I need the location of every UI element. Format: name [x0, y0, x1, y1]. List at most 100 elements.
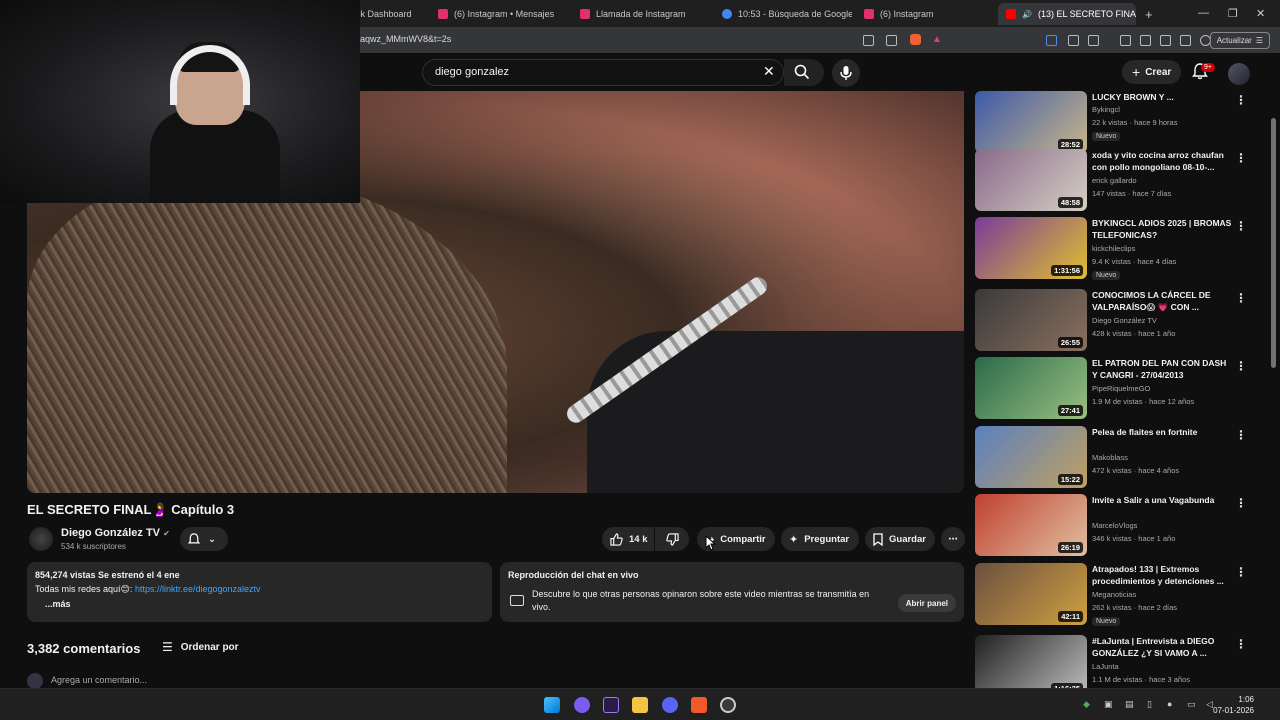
tab-instagram[interactable]: (6) Instagram [864, 3, 984, 25]
recommendation-channel[interactable]: kickchileclips [1092, 244, 1135, 253]
microphone-icon[interactable]: ● [1167, 699, 1172, 709]
more-options-icon[interactable]: ⋮ [1235, 637, 1247, 651]
system-clock[interactable]: 1:06 07-01-2026 [1213, 694, 1254, 716]
recommendation-item[interactable]: 42:11 Atrapados! 133 | Extremos procedimi… [975, 563, 1265, 627]
more-options-icon[interactable]: ⋮ [1235, 496, 1247, 510]
recommendation-item[interactable]: 15:22 Pelea de flaites en fortnite Makobla… [975, 426, 1265, 490]
video-thumbnail[interactable]: 28:52 [975, 91, 1087, 153]
windows-start-icon[interactable] [544, 697, 560, 713]
more-options-icon[interactable]: ⋮ [1235, 151, 1247, 165]
recommendation-channel[interactable]: Makoblass [1092, 453, 1128, 462]
music-icon[interactable] [1120, 35, 1131, 46]
recommendation-channel[interactable]: PipeRiquelmeGO [1092, 384, 1150, 393]
recommendation-title[interactable]: BYKINGCL ADIOS 2025 | BROMAS TELEFONICAS… [1092, 217, 1232, 241]
recommendation-title[interactable]: Pelea de flaites en fortnite [1092, 426, 1232, 438]
create-button[interactable]: + Crear [1122, 60, 1182, 84]
linktree-link[interactable]: https://linktr.ee/diegogonzaleztv [135, 584, 261, 594]
more-options-icon[interactable]: ⋮ [1235, 291, 1247, 305]
tray-icon[interactable]: ▣ [1104, 699, 1113, 710]
tab-google-search[interactable]: 10:53 - Búsqueda de Google [722, 3, 852, 25]
clear-search-icon[interactable]: ✕ [763, 63, 775, 80]
brave-icon[interactable] [691, 697, 707, 713]
cortana-icon[interactable] [574, 697, 590, 713]
more-options-icon[interactable]: ⋮ [1235, 93, 1247, 107]
recommendation-title[interactable]: EL PATRON DEL PAN CON DASH Y CANGRI - 27… [1092, 357, 1232, 381]
sort-comments-button[interactable]: ☰ Ordenar por [162, 640, 239, 654]
video-thumbnail[interactable]: 27:41 [975, 357, 1087, 419]
tray-icon[interactable]: ▤ [1125, 699, 1134, 710]
recommendation-title[interactable]: xoda y vito cocina arroz chaufan con pol… [1092, 149, 1232, 173]
nvidia-icon[interactable]: ◆ [1083, 699, 1090, 710]
tab-youtube-active[interactable]: 🔊 (13) EL SECRETO FINAL ✕ [998, 3, 1136, 25]
rewards-icon[interactable]: ▲ [932, 34, 943, 45]
obs-icon[interactable] [720, 697, 736, 713]
video-thumbnail[interactable]: 26:55 [975, 289, 1087, 351]
recommendation-item[interactable]: 48:58 xoda y vito cocina arroz chaufan co… [975, 149, 1265, 213]
more-options-icon[interactable]: ⋮ [1235, 428, 1247, 442]
close-window-icon[interactable]: ✕ [1256, 7, 1265, 20]
tab-instagram-messages[interactable]: (6) Instagram • Mensajes [438, 3, 568, 25]
url-field[interactable]: aqwz_MMmWV8&t=2s [360, 34, 451, 44]
recommendation-item[interactable]: 26:19 Invite a Salir a una Vagabunda Marce… [975, 494, 1265, 558]
account-avatar[interactable] [1228, 63, 1250, 85]
search-input[interactable]: diego gonzalez [435, 66, 509, 78]
sidebar-icon[interactable] [1140, 35, 1151, 46]
subscription-bell-button[interactable]: ⌄ [180, 527, 228, 551]
video-thumbnail[interactable]: 15:22 [975, 426, 1087, 488]
description-box[interactable]: 854,274 vistas Se estrenó el 4 ene Todas… [27, 562, 492, 622]
share-icon[interactable] [886, 35, 897, 46]
audio-icon[interactable] [1046, 35, 1057, 46]
scrollbar[interactable] [1271, 118, 1276, 368]
brave-shield-icon[interactable] [910, 34, 921, 45]
show-more-link[interactable]: ...más [45, 599, 484, 609]
recommendation-channel[interactable]: Diego González TV [1092, 316, 1157, 325]
video-thumbnail[interactable]: 1:31:56 [975, 217, 1087, 279]
recommendation-channel[interactable]: MarceloVlogs [1092, 521, 1137, 530]
tab-instagram-call[interactable]: Llamada de Instagram [580, 3, 710, 25]
recommendation-item[interactable]: 27:41 EL PATRON DEL PAN CON DASH Y CANGRI… [975, 357, 1265, 421]
battery-icon[interactable]: ▯ [1147, 699, 1152, 710]
update-button[interactable]: Actualizar ☰ [1209, 32, 1270, 49]
search-box[interactable]: diego gonzalez ✕ [422, 59, 784, 86]
open-panel-button[interactable]: Abrir panel [897, 594, 956, 612]
tab-dashboard[interactable]: ck Dashboard [356, 3, 426, 25]
premiere-icon[interactable] [603, 697, 619, 713]
channel-avatar[interactable] [29, 527, 53, 551]
recommendation-channel[interactable]: erick gallardo [1092, 176, 1137, 185]
more-options-icon[interactable]: ⋮ [1235, 359, 1247, 373]
video-thumbnail[interactable]: 26:19 [975, 494, 1087, 556]
more-actions-button[interactable]: ⋯ [941, 527, 965, 551]
add-comment-input[interactable]: Agrega un comentario... [51, 675, 147, 685]
recommendation-title[interactable]: Invite a Salir a una Vagabunda [1092, 494, 1232, 506]
voice-search-button[interactable] [832, 59, 860, 87]
file-explorer-icon[interactable] [632, 697, 648, 713]
search-button[interactable] [784, 59, 824, 86]
recommendation-item[interactable]: 28:52 LUCKY BROWN Y ... Bykingcl 22 k vista… [975, 91, 1265, 155]
channel-name[interactable]: Diego González TV ✔ [61, 527, 170, 539]
wallet-icon[interactable] [1160, 35, 1171, 46]
volume-icon[interactable]: ◁ [1206, 699, 1213, 710]
minimize-icon[interactable]: — [1198, 7, 1209, 19]
recommendation-title[interactable]: Atrapados! 133 | Extremos procedimientos… [1092, 563, 1232, 587]
recommendation-title[interactable]: CONOCIMOS LA CÁRCEL DE VALPARAÍSO😱 💗 CON… [1092, 289, 1232, 313]
recommendation-title[interactable]: LUCKY BROWN Y ... [1092, 91, 1232, 103]
new-tab-button[interactable]: + [1145, 3, 1153, 25]
recommendation-item[interactable]: 26:55 CONOCIMOS LA CÁRCEL DE VALPARAÍSO😱 … [975, 289, 1265, 353]
leo-icon[interactable] [1180, 35, 1191, 46]
extension-icon[interactable] [1088, 35, 1099, 46]
more-options-icon[interactable]: ⋮ [1235, 219, 1247, 233]
recommendation-channel[interactable]: Meganoticias [1092, 590, 1136, 599]
maximize-icon[interactable]: ❐ [1228, 7, 1238, 20]
recommendation-channel[interactable]: Bykingcl [1092, 105, 1120, 114]
like-button[interactable]: 14 k [602, 527, 654, 551]
dislike-button[interactable] [655, 527, 689, 551]
ask-button[interactable]: ✦ Preguntar [781, 527, 859, 551]
recommendation-title[interactable]: #LaJunta | Entrevista a DIEGO GONZÁLEZ ¿… [1092, 635, 1232, 659]
recommendation-item[interactable]: 1:31:56 BYKINGCL ADIOS 2025 | BROMAS TELE… [975, 217, 1265, 281]
network-icon[interactable]: ▭ [1187, 699, 1196, 710]
screen-icon[interactable] [863, 35, 874, 46]
discord-icon[interactable] [662, 697, 678, 713]
video-thumbnail[interactable]: 42:11 [975, 563, 1087, 625]
more-options-icon[interactable]: ⋮ [1235, 565, 1247, 579]
save-button[interactable]: Guardar [865, 527, 935, 551]
